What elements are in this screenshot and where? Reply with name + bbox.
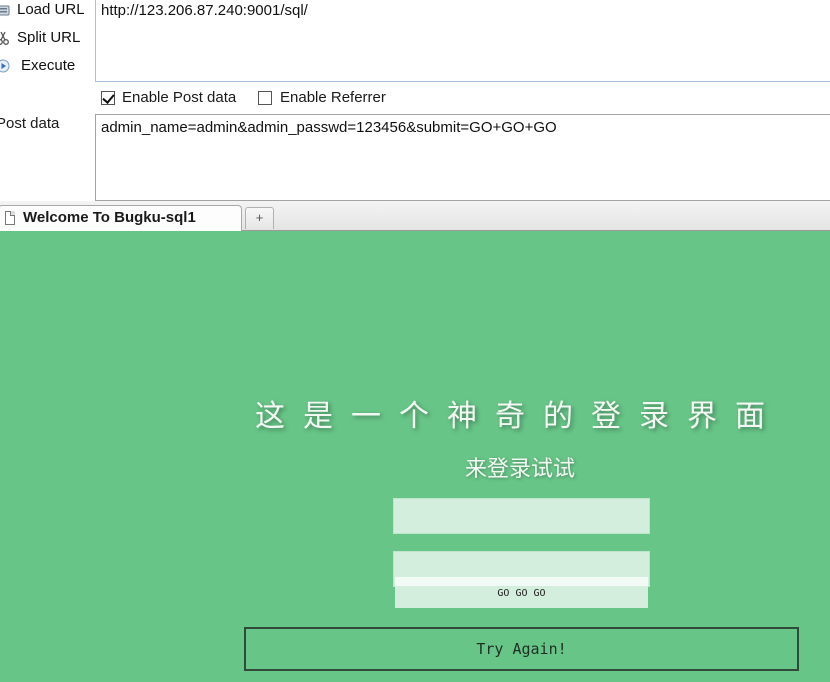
load-url-icon (0, 5, 10, 16)
split-url-label: Split URL (17, 29, 81, 46)
url-textarea[interactable]: http://123.206.87.240:9001/sql/ (95, 0, 830, 82)
submit-button[interactable]: GO GO GO (395, 577, 648, 608)
post-data-label: Post data (0, 115, 60, 132)
post-data-textarea[interactable]: admin_name=admin&admin_passwd=123456&sub… (95, 114, 830, 201)
tab-title: Welcome To Bugku-sql1 (23, 209, 196, 226)
page-subtitle: 来登录试试 (464, 457, 575, 482)
username-input[interactable] (393, 498, 650, 534)
execute-button[interactable]: Execute (0, 55, 90, 79)
enable-referrer-label: Enable Referrer (280, 89, 386, 106)
enable-post-data-option[interactable]: Enable Post data (101, 89, 251, 111)
web-page-content: 这是一个神奇的登录界面 来登录试试 GO GO GO Try Again! (0, 231, 830, 682)
page-headline: 这是一个神奇的登录界面 (255, 399, 783, 434)
enable-referrer-option[interactable]: Enable Referrer (258, 89, 408, 111)
browser-tab-bar: Welcome To Bugku-sql1 + (0, 201, 830, 231)
execute-label: Execute (21, 57, 76, 74)
scissors-icon (0, 31, 9, 45)
play-icon (0, 59, 10, 73)
hackbar-panel: Load URL Split URL Execute http://123.20… (0, 0, 830, 206)
enable-post-data-label: Enable Post data (122, 89, 237, 106)
try-again-message: Try Again! (244, 627, 799, 671)
plus-icon: + (255, 210, 264, 225)
load-url-button[interactable]: Load URL (0, 0, 90, 23)
page-icon (5, 211, 15, 225)
enable-post-data-checkbox[interactable] (101, 91, 115, 105)
split-url-button[interactable]: Split URL (0, 27, 90, 51)
enable-referrer-checkbox[interactable] (258, 91, 272, 105)
load-url-label: Load URL (17, 1, 85, 18)
new-tab-button[interactable]: + (245, 207, 274, 229)
tab-welcome-bugku-sql1[interactable]: Welcome To Bugku-sql1 (0, 205, 242, 231)
